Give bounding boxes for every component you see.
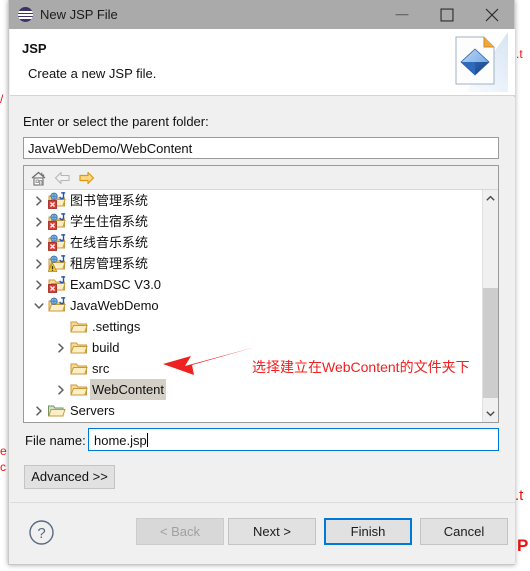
dialog-footer: ? < Back Next > Finish Cancel — [10, 502, 515, 564]
java-web-project-error-icon — [48, 213, 66, 230]
file-name-input[interactable]: home.jsp — [88, 428, 499, 451]
java-web-project-error-icon — [48, 192, 66, 209]
dialog-body: Enter or select the parent folder: JavaW… — [10, 97, 515, 502]
back-button[interactable]: < Back — [136, 518, 224, 545]
tree-item-label: ExamDSC V3.0 — [70, 277, 162, 292]
tree-twisty[interactable] — [31, 232, 45, 253]
background-fragment-left-0: / — [0, 92, 4, 106]
tree-item-label: Servers — [70, 403, 115, 418]
tree-twisty[interactable] — [31, 295, 45, 316]
red-arrow-left-icon — [161, 344, 261, 380]
tree-item-ExamDSC V3.0[interactable]: ExamDSC V3.0 — [24, 274, 483, 295]
tree-twisty[interactable] — [53, 337, 67, 358]
text-caret — [146, 433, 148, 447]
java-web-project-icon — [48, 297, 66, 314]
page-title: JSP — [22, 41, 47, 56]
close-button[interactable] — [469, 0, 514, 29]
maximize-button[interactable] — [424, 0, 469, 29]
tree-twisty[interactable] — [31, 253, 45, 274]
advanced-button[interactable]: Advanced >> — [24, 465, 115, 489]
chevron-right-icon — [36, 280, 42, 290]
parent-folder-input[interactable]: JavaWebDemo/WebContent — [23, 137, 499, 159]
minimize-icon — [395, 13, 408, 15]
tree-item-Servers[interactable]: Servers — [24, 400, 483, 421]
svg-text:?: ? — [37, 525, 45, 542]
tree-twisty[interactable] — [31, 274, 45, 295]
tree-item-label: 在线音乐系统 — [70, 235, 149, 250]
tree-item-label: JavaWebDemo — [70, 298, 159, 313]
title-bar[interactable]: New JSP File — [9, 0, 514, 29]
folder-icon — [70, 339, 88, 356]
new-jsp-file-dialog: New JSP File JSP Create a new JSP file. — [8, 0, 515, 565]
file-name-value: home.jsp — [94, 433, 147, 448]
tree-item-租房管理系统[interactable]: 租房管理系统 — [24, 253, 483, 274]
page-description: Create a new JSP file. — [28, 66, 157, 81]
tree-item-label: WebContent — [90, 379, 167, 400]
next-button[interactable]: Next > — [228, 518, 316, 545]
chevron-right-icon — [36, 259, 42, 269]
eclipse-icon — [18, 7, 33, 22]
scroll-down-icon[interactable] — [483, 405, 498, 422]
chevron-right-icon — [36, 406, 42, 416]
tree-item-.settings[interactable]: .settings — [24, 316, 483, 337]
java-web-project-warning-icon — [47, 255, 66, 272]
folder-icon — [70, 318, 88, 335]
tree-item-label: 图书管理系统 — [70, 193, 149, 208]
tree-twisty[interactable] — [31, 400, 45, 421]
tree-vertical-scrollbar[interactable] — [482, 190, 498, 422]
background-fragment-left-1: e — [0, 444, 7, 458]
tree-item-label: 租房管理系统 — [70, 256, 149, 271]
annotation-text: 选择建立在WebContent的文件夹下 — [252, 359, 470, 375]
server-folder-icon — [48, 402, 66, 419]
tree-item-JavaWebDemo[interactable]: JavaWebDemo — [24, 295, 483, 316]
close-icon — [485, 8, 498, 21]
folder-tree: 图书管理系统 学生住宿系统 在线音乐系统 租房管理系统 ExamDSC V3.0 Java… — [23, 165, 499, 423]
cancel-button[interactable]: Cancel — [420, 518, 508, 545]
chevron-right-icon — [58, 385, 64, 395]
minimize-button[interactable] — [379, 0, 424, 29]
file-name-label: File name: — [25, 433, 86, 448]
help-button[interactable]: ? — [28, 519, 55, 546]
tree-item-label: src — [92, 361, 110, 376]
screenshot-root: .t .t P / e c New JSP File JSP Create a … — [0, 0, 530, 571]
tree-rows[interactable]: 图书管理系统 学生住宿系统 在线音乐系统 租房管理系统 ExamDSC V3.0 Java… — [24, 190, 483, 422]
chevron-right-icon — [36, 217, 42, 227]
chevron-right-icon — [36, 196, 42, 206]
tree-item-label: .settings — [92, 319, 141, 334]
chevron-right-icon — [36, 238, 42, 248]
tree-item-label: build — [92, 340, 120, 355]
tree-twisty[interactable] — [53, 379, 67, 400]
home-icon[interactable] — [29, 169, 48, 187]
tree-twisty[interactable] — [31, 211, 45, 232]
jsp-file-banner-icon — [446, 32, 508, 92]
maximize-icon — [440, 8, 453, 21]
background-fragment-right-1: .t — [515, 487, 524, 504]
tree-item-WebContent[interactable]: WebContent — [24, 379, 483, 400]
tree-toolbar — [24, 166, 498, 190]
scroll-up-icon[interactable] — [483, 190, 498, 207]
folder-icon — [70, 381, 88, 398]
window-title: New JSP File — [40, 7, 118, 22]
folder-icon — [70, 360, 88, 377]
finish-button[interactable]: Finish — [324, 518, 412, 545]
chevron-down-icon — [34, 303, 44, 309]
forward-arrow-icon[interactable] — [77, 169, 96, 187]
java-project-error-icon — [48, 276, 66, 293]
parent-folder-label: Enter or select the parent folder: — [23, 114, 209, 129]
help-icon: ? — [29, 520, 54, 545]
chevron-right-icon — [58, 343, 64, 353]
dialog-header: JSP Create a new JSP file. — [10, 29, 515, 96]
tree-item-label: 学生住宿系统 — [70, 214, 149, 229]
back-arrow-icon[interactable] — [53, 169, 72, 187]
background-fragment-right-0: .t — [516, 47, 523, 61]
tree-twisty[interactable] — [31, 190, 45, 211]
scrollbar-thumb[interactable] — [483, 288, 498, 398]
background-fragment-left-2: c — [0, 460, 6, 474]
java-web-project-error-icon — [48, 234, 66, 251]
tree-item-在线音乐系统[interactable]: 在线音乐系统 — [24, 232, 483, 253]
tree-item-学生住宿系统[interactable]: 学生住宿系统 — [24, 211, 483, 232]
background-fragment-right-2: P — [517, 536, 529, 555]
tree-item-图书管理系统[interactable]: 图书管理系统 — [24, 190, 483, 211]
